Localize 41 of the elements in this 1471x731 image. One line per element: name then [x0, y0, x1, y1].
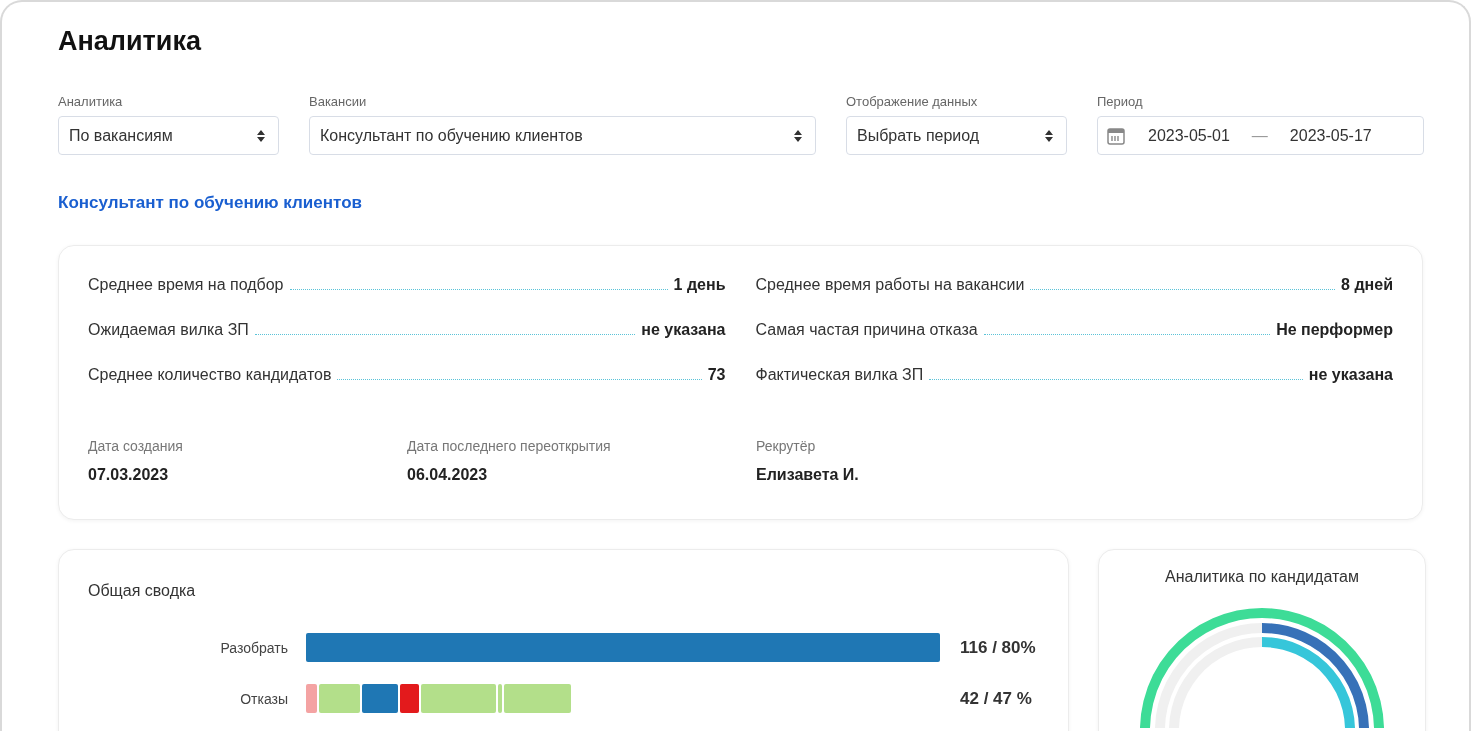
filter-label: Аналитика	[58, 94, 123, 109]
vacancy-title-link[interactable]: Консультант по обучению клиентов	[58, 193, 362, 213]
sort-caret-icon	[793, 128, 803, 143]
bar-reading: 42 / 47 %	[960, 688, 1032, 709]
stat-value: 73	[707, 366, 726, 384]
filter-label: Отображение данных	[846, 94, 978, 109]
stat-label: Фактическая вилка ЗП	[755, 366, 924, 384]
stat-value: Не перформер	[1276, 321, 1393, 339]
stat-value: не указана	[1308, 366, 1393, 384]
bar-label: Отказы	[239, 690, 288, 707]
bar-reading: 116 / 80%	[960, 637, 1036, 658]
dropdown-select[interactable]: Консультант по обучению клиентов	[309, 116, 816, 155]
bar-label: Разобрать	[219, 639, 288, 656]
detail-label: Рекрутёр	[756, 438, 816, 454]
stat-value: не указана	[641, 321, 726, 339]
filter-label: Период	[1097, 94, 1143, 109]
page-title: Аналитика	[58, 26, 201, 57]
dropdown-select[interactable]: По вакансиям	[58, 116, 279, 155]
stat-label: Ожидаемая вилка ЗП	[88, 321, 249, 339]
date-from: 2023-05-01	[1148, 126, 1230, 145]
stat-value: 1 день	[673, 276, 726, 294]
detail-value: Елизавета И.	[756, 466, 859, 484]
sort-caret-icon	[256, 128, 266, 143]
detail-label: Дата создания	[88, 438, 183, 454]
calendar-icon	[1106, 125, 1126, 146]
stat-label: Среднее время на подбор	[88, 276, 284, 294]
card-title: Общая сводка	[88, 582, 196, 600]
stat-label: Среднее количество кандидатов	[88, 366, 332, 384]
stat-value: 8 дней	[1341, 276, 1393, 294]
dropdown-select[interactable]: Выбрать период	[846, 116, 1067, 155]
sort-caret-icon	[1044, 128, 1054, 143]
detail-value: 07.03.2023	[88, 466, 169, 484]
stat-label: Самая частая причина отказа	[755, 321, 978, 339]
date-to: 2023-05-17	[1289, 126, 1372, 145]
date-range-field[interactable]: 2023-05-01 — 2023-05-17	[1097, 116, 1424, 155]
stat-label: Среднее время работы на вакансии	[755, 276, 1025, 294]
detail-value: 06.04.2023	[407, 466, 488, 484]
detail-label: Дата последнего переоткрытия	[407, 438, 611, 454]
card-title: Аналитика по кандидатам	[1165, 568, 1359, 586]
date-separator: —	[1251, 126, 1268, 145]
filter-label: Вакансии	[309, 94, 367, 109]
